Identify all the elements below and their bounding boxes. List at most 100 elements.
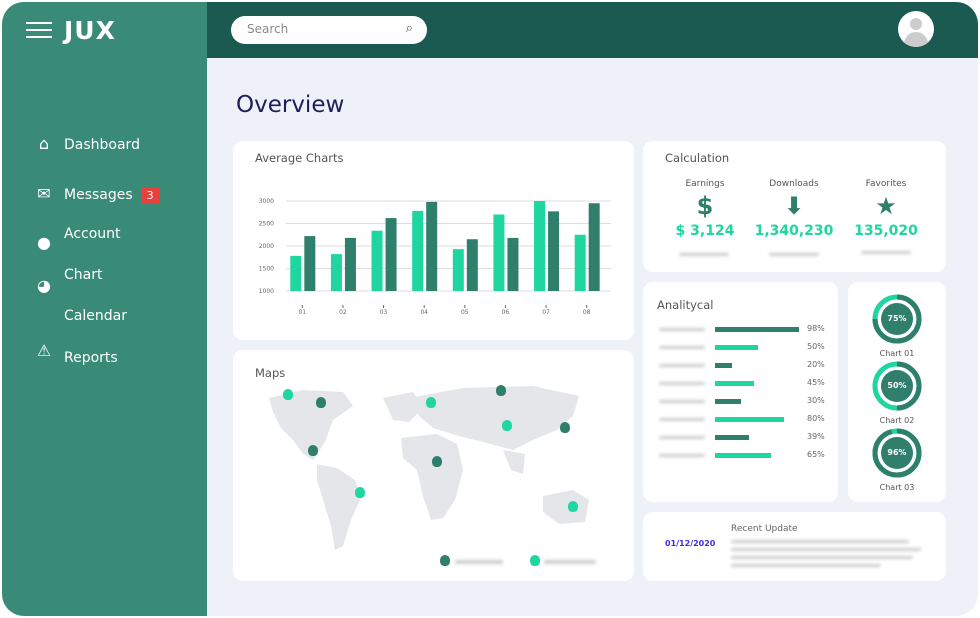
row-label-blurred: [659, 328, 705, 331]
map-pin[interactable]: [308, 445, 318, 456]
row-label-blurred: [659, 418, 705, 421]
row-percent: 30%: [807, 396, 825, 405]
y-tick-label: 1500: [259, 266, 274, 273]
menu-icon[interactable]: [26, 22, 52, 43]
stat-label: Favorites: [865, 179, 907, 189]
bar: [290, 255, 302, 291]
row-percent: 39%: [807, 432, 825, 441]
bar: [588, 203, 600, 291]
legend-label-blurred: [455, 560, 503, 564]
sidebar-item-chart[interactable]: ◕ Chart: [34, 267, 102, 295]
bar: [548, 211, 560, 291]
map-pin[interactable]: [568, 501, 578, 512]
update-title: Recent Update: [731, 524, 798, 534]
bar: [452, 249, 464, 291]
card-title: Analitycal: [657, 298, 714, 312]
donut-percent: 75%: [887, 314, 906, 323]
bar: [534, 201, 546, 291]
dollar-icon: $: [696, 192, 714, 220]
stat-label: Downloads: [769, 179, 819, 189]
label: Account: [64, 226, 121, 242]
row-label-blurred: [659, 454, 705, 457]
sidebar-item-calendar[interactable]: Calendar: [34, 308, 127, 324]
bar: [493, 214, 505, 291]
sidebar: JUX ⌂ Dashboard ✉ Messages 3 ● Account ◕ Char…: [2, 2, 207, 616]
label: Dashboard: [64, 137, 140, 153]
label: Reports: [64, 350, 118, 366]
x-tick-label: 03: [380, 309, 388, 316]
bar: [304, 236, 316, 291]
map-pin[interactable]: [432, 456, 442, 467]
search-icon[interactable]: ⌕: [406, 21, 413, 36]
legend-label-blurred: [544, 560, 596, 564]
x-tick-label: 01: [298, 309, 306, 316]
row-percent: 80%: [807, 414, 825, 423]
message-count-badge: 3: [140, 188, 160, 203]
bar: [344, 237, 356, 291]
downloads-stat: Downloads ⬇ 1,340,230: [749, 179, 839, 239]
earnings-stat: Earnings $ $ 3,124: [660, 179, 750, 239]
x-tick-label: 04: [420, 309, 428, 316]
map-pin[interactable]: [283, 389, 293, 400]
map-pin[interactable]: [316, 397, 326, 408]
row-percent: 65%: [807, 450, 825, 459]
stat-value: 1,340,230: [754, 223, 834, 239]
donut-percent: 50%: [887, 381, 906, 390]
bar-chart: 1000 1500 2000 2500 3000 01 02 03 04 05 06 07 08: [259, 198, 611, 316]
bar: [330, 254, 342, 291]
bar: [466, 239, 478, 291]
progress-bar: [715, 345, 758, 350]
sidebar-item-reports[interactable]: ⚠ Reports: [34, 341, 118, 366]
donut-charts: 75% 50% 96%: [872, 294, 922, 478]
progress-bar: [715, 327, 800, 332]
sidebar-item-messages[interactable]: ✉ Messages 3: [34, 184, 160, 203]
stat-value: 135,020: [854, 223, 918, 239]
sidebar-item-account[interactable]: ● Account: [34, 226, 121, 252]
logo: JUX: [64, 16, 116, 45]
map-pin[interactable]: [502, 420, 512, 431]
row-percent: 20%: [807, 360, 825, 369]
row-label-blurred: [659, 364, 705, 367]
bar: [371, 230, 383, 291]
average-charts-card: Average Charts 1000 1500 2000 2500 3000 01 02 0…: [233, 141, 634, 340]
donut-percent: 96%: [887, 448, 906, 457]
y-tick-label: 2500: [259, 221, 274, 228]
sidebar-item-dashboard[interactable]: ⌂ Dashboard: [34, 134, 140, 153]
avatar[interactable]: [898, 11, 934, 47]
search-input[interactable]: Search ⌕: [231, 16, 427, 44]
analytical-card: Analitycal 98% 50% 20% 45% 30% 80% 39% 6…: [643, 282, 838, 502]
home-icon: ⌂: [38, 134, 50, 153]
card-title: Calculation: [665, 151, 730, 165]
warning-icon: ⚠: [36, 341, 52, 360]
map-pin[interactable]: [355, 487, 365, 498]
stat-label: Earnings: [685, 179, 725, 189]
row-label-blurred: [659, 346, 705, 349]
progress-bar: [715, 399, 741, 404]
x-tick-label: 07: [542, 309, 550, 316]
row-percent: 45%: [807, 378, 825, 387]
donut-charts-card: 75% 50% 96% Chart 01 Chart 02 Chart 03: [848, 282, 946, 502]
user-icon: ●: [37, 233, 51, 252]
update-date: 01/12/2020: [665, 539, 716, 548]
maps-card: Maps: [233, 350, 634, 581]
legend-pin-light[interactable]: [530, 555, 540, 566]
y-tick-label: 3000: [259, 198, 274, 205]
bar: [412, 210, 424, 291]
map-pin[interactable]: [426, 397, 436, 408]
legend-pin-dark[interactable]: [440, 555, 450, 566]
envelope-icon: ✉: [37, 184, 51, 203]
row-label-blurred: [659, 400, 705, 403]
map-pin[interactable]: [560, 422, 570, 433]
map-pin[interactable]: [496, 385, 506, 396]
donut-label: Chart 01: [879, 349, 915, 358]
donut-label: Chart 03: [879, 483, 915, 492]
label: Chart: [64, 267, 103, 283]
progress-bar: [715, 417, 784, 422]
progress-bar: [715, 363, 733, 368]
x-tick-label: 05: [461, 309, 469, 316]
label: Messages: [64, 187, 133, 203]
progress-bar: [715, 381, 754, 386]
favorites-stat: Favorites ★ 135,020: [841, 179, 931, 239]
donut-label: Chart 02: [879, 416, 915, 425]
pie-chart-icon: ◕: [37, 276, 51, 295]
